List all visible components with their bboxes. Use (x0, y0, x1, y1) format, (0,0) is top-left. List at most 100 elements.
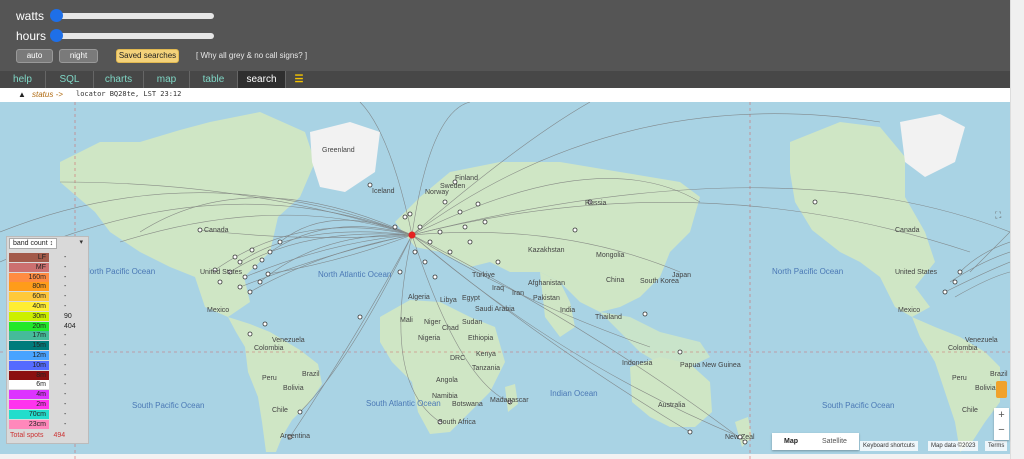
band-swatch: 60m (9, 292, 49, 302)
tab-map[interactable]: map (144, 71, 190, 88)
label-argentina: Argentina (280, 433, 310, 440)
label-colombia: Colombia (254, 345, 284, 352)
label-greenland: Greenland (322, 147, 355, 154)
label-chile2: Chile (962, 407, 978, 414)
why-grey-link[interactable]: [ Why all grey & no call signs? ] (196, 51, 307, 60)
band-count: 90 (64, 312, 72, 320)
map-type-map-button[interactable]: Map (772, 433, 810, 450)
band-count: - (64, 332, 67, 340)
hamburger-menu-icon[interactable]: ☰ (286, 71, 312, 88)
label-united-states: United States (200, 269, 243, 276)
night-button[interactable]: night (59, 49, 98, 63)
label-brazil2: Brazil (990, 371, 1008, 378)
label-norway: Norway (425, 189, 449, 196)
band-row[interactable]: 10m - (9, 360, 79, 370)
filter-icon[interactable]: ▾ (79, 238, 83, 246)
ocean-south-pacific: South Pacific Ocean (132, 401, 204, 410)
label-bolivia: Bolivia (283, 385, 304, 392)
label-mexico2: Mexico (898, 307, 920, 314)
band-row[interactable]: 4m - (9, 390, 79, 400)
band-row[interactable]: 160m - (9, 272, 79, 282)
label-new-zealand: New Zeal (725, 434, 755, 441)
tab-search[interactable]: search (238, 71, 286, 88)
band-row[interactable]: 80m - (9, 282, 79, 292)
band-legend: band count ↕ ▾ LF - MF -160m -80m -60m -40m -30… (6, 236, 89, 444)
label-madagascar: Madagascar (490, 397, 529, 404)
auto-button[interactable]: auto (16, 49, 53, 63)
label-pakistan: Pakistan (533, 295, 560, 302)
band-count: - (64, 283, 67, 291)
band-row[interactable]: 30m 90 (9, 311, 79, 321)
band-swatch: MF (9, 262, 49, 272)
label-iraq: Iraq (492, 285, 504, 292)
label-canada: Canada (204, 227, 229, 234)
total-spots: Total spots 494 (10, 432, 65, 439)
band-row[interactable]: 6m - (9, 380, 79, 390)
tab-table[interactable]: table (190, 71, 238, 88)
zoom-in-button[interactable]: + (994, 408, 1009, 423)
band-swatch: 4m (9, 390, 49, 400)
world-map[interactable]: Greenland Iceland Canada Canada United S… (0, 102, 1010, 459)
band-row[interactable]: 2m - (9, 400, 79, 409)
watts-slider-thumb[interactable] (50, 9, 63, 22)
fullscreen-icon[interactable]: ⛶ (995, 210, 1005, 220)
label-afghanistan: Afghanistan (528, 280, 565, 287)
terms-link[interactable]: Terms (985, 441, 1008, 451)
band-row[interactable]: 70cm - (9, 409, 79, 419)
watts-slider[interactable] (50, 9, 214, 22)
street-view-pegman-icon[interactable] (996, 381, 1007, 398)
label-china: China (606, 277, 624, 284)
band-row[interactable]: 15m - (9, 341, 79, 351)
label-turkiye: Türkiye (472, 272, 495, 279)
zoom-out-button[interactable]: − (994, 423, 1009, 438)
label-mexico: Mexico (207, 307, 229, 314)
label-tanzania: Tanzania (472, 365, 500, 372)
label-libya: Libya (440, 297, 457, 304)
ocean-indian: Indian Ocean (550, 389, 598, 398)
band-swatch: 40m (9, 302, 49, 311)
band-swatch: 2m (9, 400, 49, 409)
band-swatch: 20m (9, 321, 49, 331)
collapse-arrow-icon[interactable]: ▲ (18, 90, 26, 99)
saved-searches-button[interactable]: Saved searches (116, 49, 179, 63)
label-saudi-arabia: Saudi Arabia (475, 306, 515, 313)
band-count: - (64, 352, 67, 359)
tab-charts[interactable]: charts (94, 71, 144, 88)
total-spots-value: 494 (53, 432, 66, 439)
tab-sql[interactable]: SQL (46, 71, 94, 88)
zoom-control: + − (994, 408, 1009, 440)
band-row[interactable]: MF - (9, 262, 79, 272)
legend-sort-header[interactable]: band count ↕ (9, 238, 57, 249)
keyboard-shortcuts-link[interactable]: Keyboard shortcuts (860, 441, 918, 451)
ocean-north-atlantic: North Atlantic Ocean (318, 270, 391, 279)
tab-bar: help SQL charts map table search ☰ (0, 71, 1010, 88)
band-row[interactable]: 23cm - (9, 419, 79, 429)
band-row[interactable]: 12m - (9, 351, 79, 360)
band-row[interactable]: 40m - (9, 302, 79, 311)
label-united-states2: United States (895, 269, 938, 276)
label-kenya: Kenya (476, 351, 496, 358)
label-ethiopia: Ethiopia (468, 335, 493, 342)
band-swatch: LF (9, 253, 49, 262)
ocean-south-pacific2: South Pacific Ocean (822, 401, 894, 410)
band-count: 404 (64, 322, 76, 330)
status-link[interactable]: status -> (32, 90, 63, 99)
band-count: - (64, 254, 67, 261)
hours-slider[interactable] (50, 29, 214, 42)
band-row[interactable]: 20m 404 (9, 321, 79, 331)
label-peru2: Peru (952, 375, 967, 382)
label-canada2: Canada (895, 227, 920, 234)
tab-help[interactable]: help (0, 71, 46, 88)
label-thailand: Thailand (595, 314, 622, 321)
label-bolivia2: Bolivia (975, 385, 996, 392)
band-row[interactable]: 17m - (9, 331, 79, 341)
band-swatch: 23cm (9, 419, 49, 429)
band-row[interactable]: LF - (9, 253, 79, 262)
band-row[interactable]: 8m - (9, 370, 79, 380)
map-type-satellite-button[interactable]: Satellite (810, 433, 859, 450)
page-scrollbar[interactable] (1010, 0, 1024, 459)
band-swatch: 6m (9, 380, 49, 390)
hours-slider-thumb[interactable] (50, 29, 63, 42)
band-row[interactable]: 60m - (9, 292, 79, 302)
band-count: - (64, 410, 67, 418)
